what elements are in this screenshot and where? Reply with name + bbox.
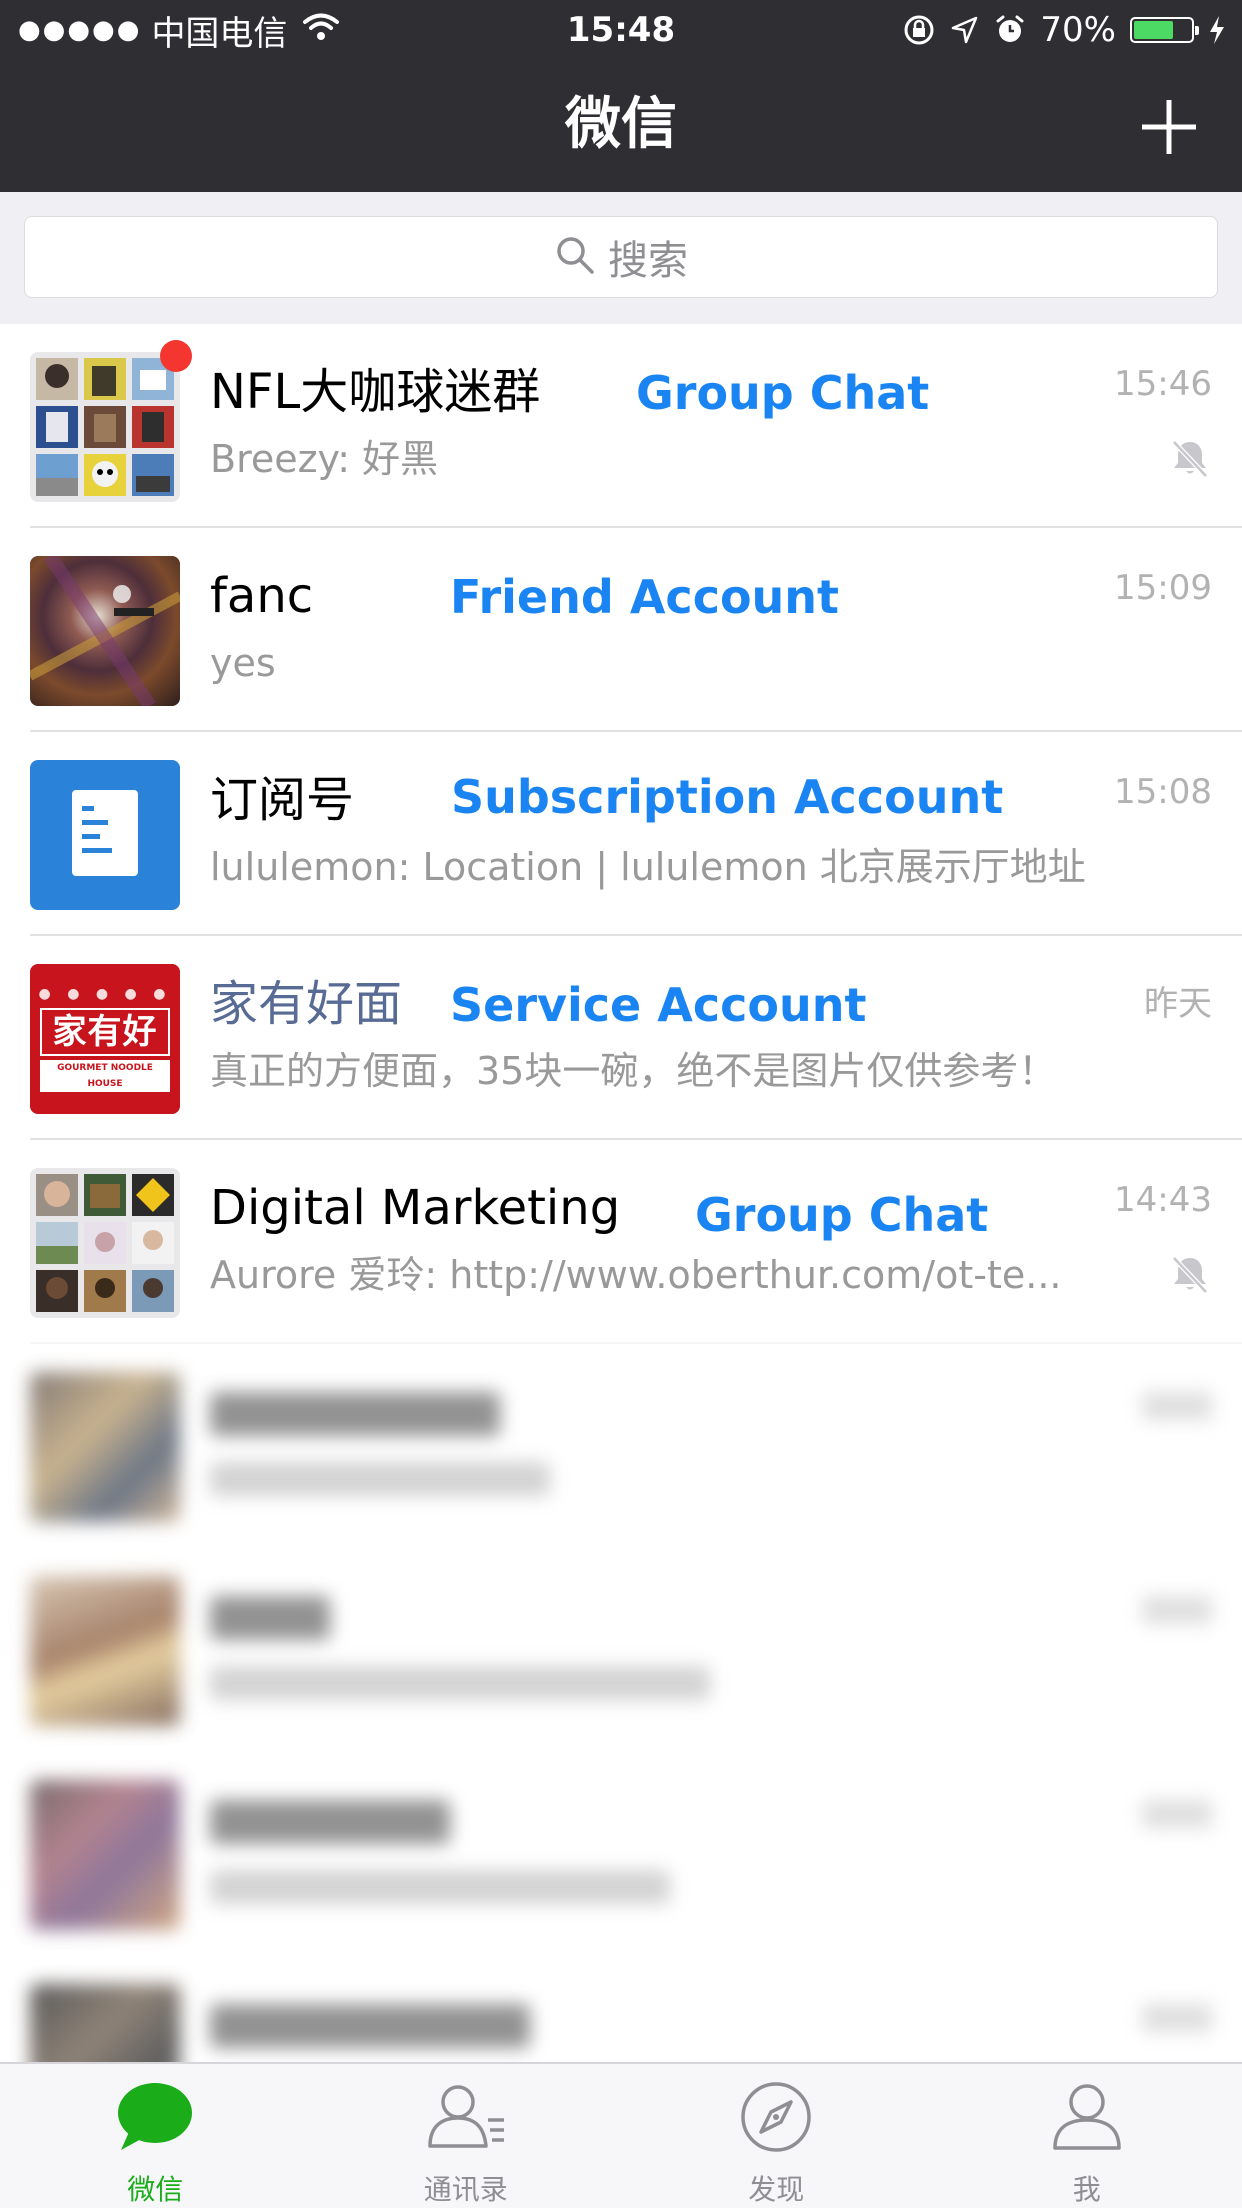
contacts-icon (428, 2085, 504, 2148)
chat-name: NFL大咖球迷群 (210, 364, 541, 420)
navigation-bar: 微信 (0, 62, 1242, 192)
search-placeholder: 搜索 (608, 238, 688, 284)
location-arrow-icon (950, 15, 980, 45)
blurred-time (1142, 1800, 1212, 1828)
blurred-avatar (30, 1780, 180, 1930)
person-icon (1053, 2084, 1121, 2150)
chat-row-service-account[interactable]: ● ● ● ● ● 家有好面 GOURMET NOODLE HOUSE 家有好面… (0, 936, 1242, 1140)
search-area: 搜索 (0, 192, 1242, 324)
chat-name: Digital Marketing (210, 1180, 621, 1236)
chat-list: NFL大咖球迷群 Group Chat Breezy: 好黑 15:46 fan… (0, 324, 1242, 2160)
group-avatar (30, 352, 180, 502)
logo-subtext: GOURMET NOODLE HOUSE (40, 1060, 170, 1092)
battery-percent: 70% (1040, 10, 1116, 50)
chat-name: fanc (210, 568, 314, 624)
annotation-label: Group Chat (695, 1188, 989, 1242)
mute-bell-icon (1168, 1252, 1212, 1296)
logo-text: 家有好面 (40, 1008, 170, 1096)
chat-preview: yes (210, 641, 276, 685)
chat-row-blurred[interactable] (0, 1344, 1242, 1548)
annotation-label: Group Chat (636, 366, 930, 420)
chat-row-blurred[interactable] (0, 1548, 1242, 1752)
unread-badge (160, 340, 192, 372)
blurred-time (1142, 1596, 1212, 1624)
noodle-house-logo: ● ● ● ● ● 家有好面 GOURMET NOODLE HOUSE (30, 964, 180, 1114)
chat-preview: lululemon: Location | lululemon 北京展示厅地址 (210, 845, 1086, 889)
blurred-time (1142, 1392, 1212, 1420)
blurred-avatar (30, 1576, 180, 1726)
chat-time: 14:43 (1114, 1180, 1212, 1220)
blurred-name (210, 1800, 450, 1844)
document-icon (30, 760, 180, 910)
annotation-label: Service Account (450, 978, 867, 1032)
charging-bolt-icon (1208, 15, 1226, 45)
chat-row-blurred[interactable] (0, 1752, 1242, 1956)
blurred-preview (210, 1666, 710, 1700)
mute-bell-icon (1168, 436, 1212, 480)
tab-discover[interactable]: 发现 (621, 2064, 932, 2208)
chat-row-subscriptions[interactable]: 订阅号 Subscription Account lululemon: Loca… (0, 732, 1242, 936)
blurred-name (210, 2004, 530, 2048)
blurred-name (210, 1392, 500, 1436)
blurred-time (1142, 2004, 1212, 2032)
chat-time: 15:08 (1114, 772, 1212, 812)
chat-time: 15:46 (1114, 364, 1212, 404)
group-avatar (30, 1168, 180, 1318)
chat-bubble-icon (118, 2083, 193, 2150)
blurred-preview (210, 1870, 670, 1904)
tab-chats[interactable]: 微信 (0, 2064, 311, 2208)
search-input[interactable]: 搜索 (24, 216, 1218, 298)
tab-label: 发现 (748, 2173, 805, 2206)
annotation-label: Friend Account (450, 570, 840, 624)
blurred-avatar (30, 1372, 180, 1522)
chat-name: 家有好面 (210, 976, 403, 1032)
chat-name: 订阅号 (210, 772, 355, 828)
tab-me[interactable]: 我 (932, 2064, 1242, 2208)
tab-label: 微信 (127, 2173, 184, 2206)
chat-row-nfl-group[interactable]: NFL大咖球迷群 Group Chat Breezy: 好黑 15:46 (0, 324, 1242, 528)
chat-row-fanc[interactable]: fanc Friend Account yes 15:09 (0, 528, 1242, 732)
chat-row-digital-marketing[interactable]: Digital Marketing Group Chat Aurore 爱玲: … (0, 1140, 1242, 1344)
compass-icon (741, 2082, 811, 2152)
battery-icon (1130, 17, 1199, 43)
search-icon (554, 234, 596, 280)
status-bar: ●●●●● 中国电信 15:48 70% (0, 0, 1242, 62)
friend-avatar (30, 556, 180, 706)
blurred-name (210, 1596, 330, 1640)
chat-time: 昨天 (1144, 984, 1212, 1024)
tab-bar: 微信 通讯录 发现 我 (0, 2062, 1242, 2208)
chat-preview: Aurore 爱玲: http://www.oberthur.com/ot-te… (210, 1253, 1062, 1297)
rotation-lock-icon (902, 13, 936, 47)
chat-preview: Breezy: 好黑 (210, 437, 439, 481)
tab-label: 通讯录 (423, 2173, 508, 2206)
tab-label: 我 (1072, 2173, 1101, 2206)
alarm-icon (994, 14, 1026, 46)
page-title: 微信 (565, 92, 677, 157)
chat-time: 15:09 (1114, 568, 1212, 608)
chat-preview: 真正的方便面，35块一碗，绝不是图片仅供参考！ (210, 1049, 1057, 1093)
blurred-preview (210, 1462, 550, 1496)
annotation-label: Subscription Account (451, 770, 1004, 824)
tab-contacts[interactable]: 通讯录 (311, 2064, 622, 2208)
plus-icon[interactable] (1134, 92, 1204, 162)
